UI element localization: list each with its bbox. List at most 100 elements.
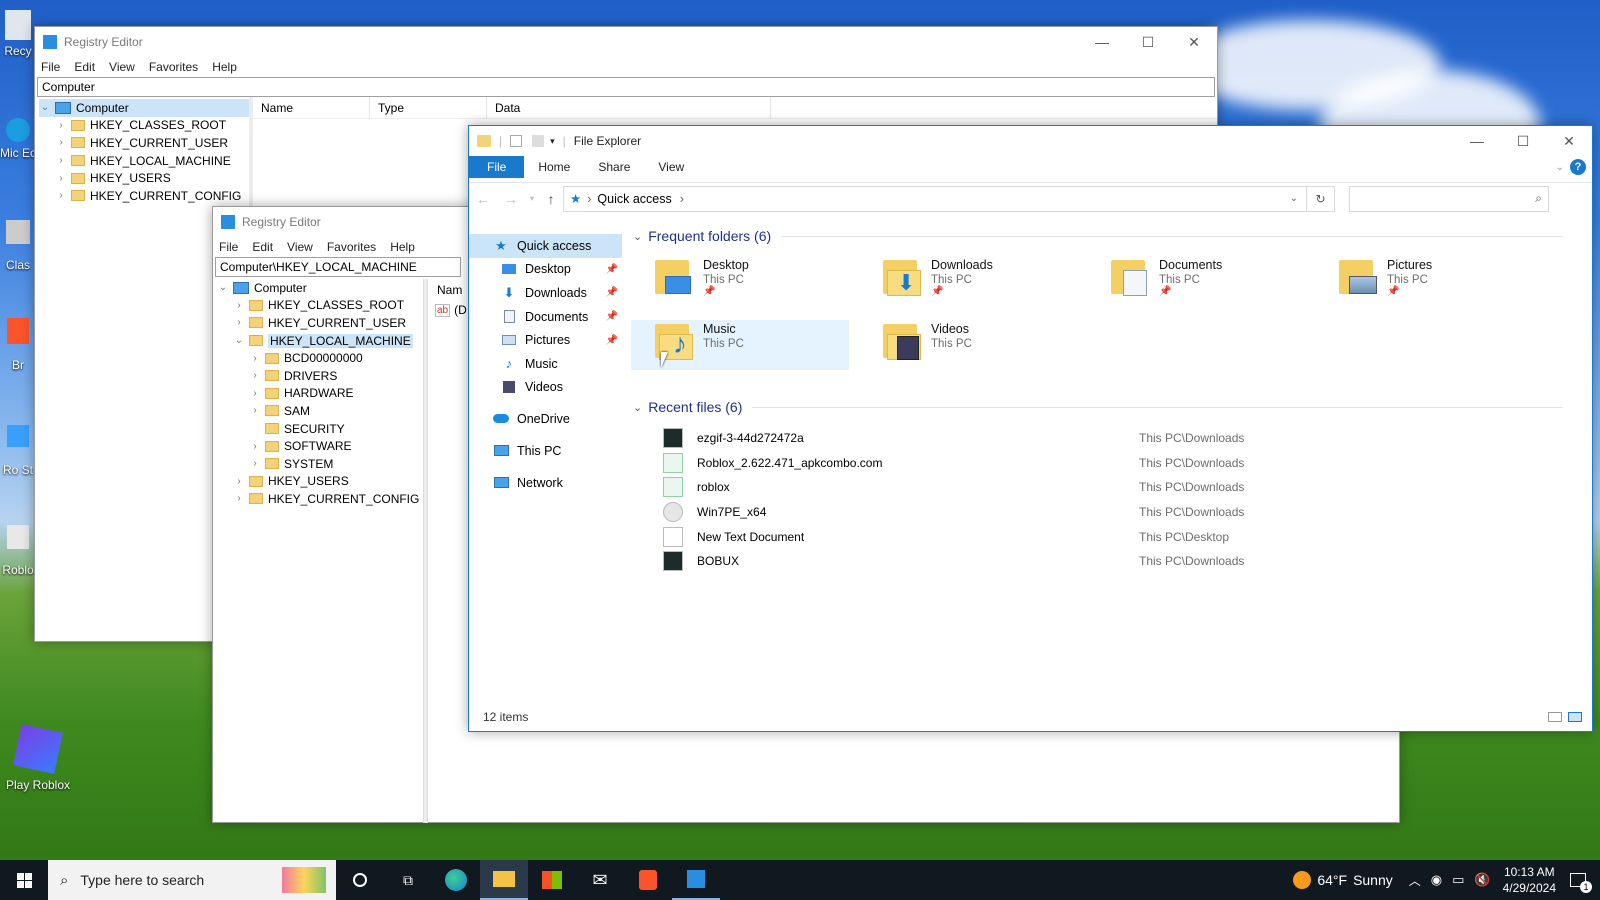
task-view-button[interactable]: ⧉ [384, 860, 432, 900]
clock[interactable]: 10:13 AM 4/29/2024 [1503, 864, 1556, 896]
taskbar-brave[interactable] [624, 860, 672, 900]
start-button[interactable] [0, 860, 48, 900]
refresh-button[interactable]: ↻ [1307, 185, 1335, 212]
chevron-right-icon[interactable]: › [55, 137, 67, 148]
taskbar-search-box[interactable]: ⌕ Type here to search [48, 860, 336, 900]
column-name[interactable]: Name [253, 97, 370, 119]
chevron-right-icon[interactable]: › [55, 173, 67, 184]
chevron-right-icon[interactable]: › [249, 441, 261, 452]
chevron-down-icon[interactable]: ⌄ [39, 102, 51, 113]
recent-file-row[interactable]: Win7PE_x64 This PC\Downloads [631, 500, 1291, 525]
breadcrumb-separator[interactable]: › [680, 192, 684, 206]
recent-file-row[interactable]: roblox This PC\Downloads [631, 475, 1291, 500]
show-hidden-icons-button[interactable]: ︿ [1409, 872, 1421, 889]
chevron-right-icon[interactable]: › [55, 120, 67, 131]
recent-file-row[interactable]: BOBUX This PC\Downloads [631, 549, 1291, 574]
search-input[interactable] [1350, 186, 1520, 211]
recent-file-row[interactable]: ezgif-3-44d272472a This PC\Downloads [631, 426, 1291, 451]
pin-icon[interactable]: 📌 [606, 264, 618, 275]
cortana-button[interactable] [336, 860, 384, 900]
menu-help[interactable]: Help [212, 60, 237, 74]
forward-button[interactable]: → [497, 191, 525, 207]
column-data[interactable]: Data [487, 97, 771, 119]
chevron-right-icon[interactable]: › [233, 476, 245, 487]
meet-now-icon[interactable]: ◉ [1431, 872, 1442, 888]
recent-files-header[interactable]: ⌄ Recent files (6) [633, 399, 1563, 415]
address-bar[interactable]: ★ › Quick access › ⌄ [563, 185, 1307, 212]
taskbar-edge[interactable] [432, 860, 480, 900]
desktop-icon-brave[interactable]: Br [0, 318, 36, 372]
large-icons-view-icon[interactable] [1568, 712, 1582, 722]
chevron-right-icon[interactable]: › [55, 155, 67, 166]
menu-edit[interactable]: Edit [252, 240, 273, 254]
new-folder-icon[interactable] [532, 135, 545, 147]
menu-file[interactable]: File [41, 60, 60, 74]
recent-file-row[interactable]: Roblox_2.622.471_apkcombo.com This PC\Dow… [631, 451, 1291, 476]
nav-videos[interactable]: Videos [469, 376, 622, 400]
breadcrumb-quick-access[interactable]: Quick access [597, 192, 671, 206]
menu-help[interactable]: Help [390, 240, 415, 254]
tab-share[interactable]: Share [584, 156, 644, 178]
desktop-icon-recycle-bin[interactable]: Recy [0, 10, 36, 58]
close-button[interactable]: ✕ [1171, 27, 1217, 57]
frequent-folder-pictures[interactable]: Pictures This PC 📌 [1315, 256, 1533, 308]
tree-item-hkey[interactable]: › HKEY_CURRENT_CONFIG [217, 490, 421, 508]
chevron-right-icon[interactable]: › [249, 353, 261, 364]
maximize-button[interactable]: ☐ [1125, 27, 1171, 57]
tree-item-hkey[interactable]: › HKEY_CLASSES_ROOT [217, 297, 421, 315]
tree-item-hkey[interactable]: › HKEY_CURRENT_CONFIG [39, 187, 249, 205]
tab-file[interactable]: File [469, 156, 525, 178]
column-type[interactable]: Type [370, 97, 487, 119]
menu-edit[interactable]: Edit [74, 60, 95, 74]
menu-favorites[interactable]: Favorites [149, 60, 198, 74]
chevron-right-icon[interactable]: › [55, 190, 67, 201]
network-icon[interactable]: ▭ [1452, 872, 1464, 888]
address-dropdown-icon[interactable]: ⌄ [1290, 193, 1298, 204]
tree-item-hkey[interactable]: › HKEY_USERS [39, 169, 249, 187]
tree-item-subkey[interactable]: › BCD00000000 [217, 349, 421, 367]
tree-item-subkey[interactable]: › SYSTEM [217, 455, 421, 473]
desktop-icon-edge[interactable]: Mic Ec [0, 118, 36, 160]
nav-this-pc[interactable]: This PC [469, 439, 622, 463]
recent-file-row[interactable]: New Text Document This PC\Desktop [631, 524, 1291, 549]
help-button[interactable]: ? [1570, 156, 1592, 178]
desktop-icon-roblox-studio[interactable]: Ro St [0, 425, 36, 477]
taskbar-file-explorer[interactable] [480, 860, 528, 900]
frequent-folder-videos[interactable]: Videos This PC [859, 320, 1077, 372]
chevron-right-icon[interactable]: › [233, 300, 245, 311]
chevron-right-icon[interactable]: › [233, 493, 245, 504]
column-name[interactable]: Nam [429, 279, 469, 301]
nav-pictures[interactable]: Pictures 📌 [469, 328, 622, 352]
address-bar[interactable]: Computer\HKEY_LOCAL_MACHINE [215, 257, 461, 277]
tab-view[interactable]: View [644, 156, 698, 178]
frequent-folders-header[interactable]: ⌄ Frequent folders (6) [633, 228, 1563, 244]
chevron-right-icon[interactable]: › [249, 370, 261, 381]
chevron-right-icon[interactable]: › [249, 388, 261, 399]
nav-onedrive[interactable]: OneDrive [469, 407, 622, 431]
chevron-right-icon[interactable]: › [249, 405, 261, 416]
tree-item-hkey[interactable]: › HKEY_CURRENT_USER [217, 314, 421, 332]
weather-widget[interactable]: 64°F Sunny [1293, 871, 1393, 889]
nav-music[interactable]: ♪ Music [469, 352, 622, 376]
tree-item-hkey[interactable]: › HKEY_LOCAL_MACHINE [39, 152, 249, 170]
nav-desktop[interactable]: Desktop 📌 [469, 258, 622, 282]
nav-documents[interactable]: Documents 📌 [469, 305, 622, 329]
tree-item-subkey[interactable]: › SAM [217, 402, 421, 420]
tree-item-subkey[interactable]: › DRIVERS [217, 367, 421, 385]
desktop-icon-classic[interactable]: Clas [0, 220, 36, 272]
nav-downloads[interactable]: ⬇ Downloads 📌 [469, 281, 622, 305]
title-bar[interactable]: Registry Editor [35, 27, 1217, 57]
tab-home[interactable]: Home [524, 156, 584, 178]
chevron-down-icon[interactable]: ⌄ [233, 335, 245, 346]
tree-item-hkey-local-machine[interactable]: ⌄ HKEY_LOCAL_MACHINE [217, 332, 421, 350]
file-explorer-window[interactable]: | ▾ | File Explorer — ☐ ✕ File Home Shar… [468, 125, 1593, 732]
tree-item-computer[interactable]: ⌄ Computer [39, 99, 249, 117]
pin-icon[interactable]: 📌 [606, 335, 618, 346]
chevron-right-icon[interactable]: › [249, 458, 261, 469]
nav-quick-access[interactable]: ★ Quick access [469, 234, 622, 258]
volume-muted-icon[interactable]: 🔇 [1474, 872, 1490, 888]
tree-item-subkey[interactable]: › SOFTWARE [217, 437, 421, 455]
pin-icon[interactable]: 📌 [606, 311, 618, 322]
menu-view[interactable]: View [109, 60, 135, 74]
frequent-folder-documents[interactable]: Documents This PC 📌 [1087, 256, 1305, 308]
